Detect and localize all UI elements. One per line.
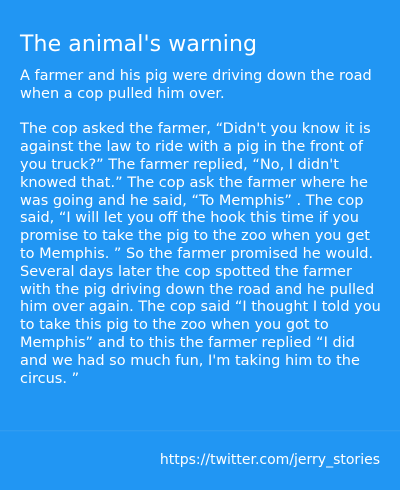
joke-card: The animal's warning A farmer and his pi… <box>0 0 400 490</box>
footer-divider <box>0 430 400 432</box>
story-body: A farmer and his pig were driving down t… <box>20 68 382 388</box>
story-paragraph-main: The cop asked the farmer, “Didn't you kn… <box>20 121 381 387</box>
story-paragraph-intro: A farmer and his pig were driving down t… <box>20 68 372 102</box>
story-title: The animal's warning <box>20 32 258 57</box>
twitter-link[interactable]: https://twitter.com/jerry_stories <box>160 451 380 469</box>
